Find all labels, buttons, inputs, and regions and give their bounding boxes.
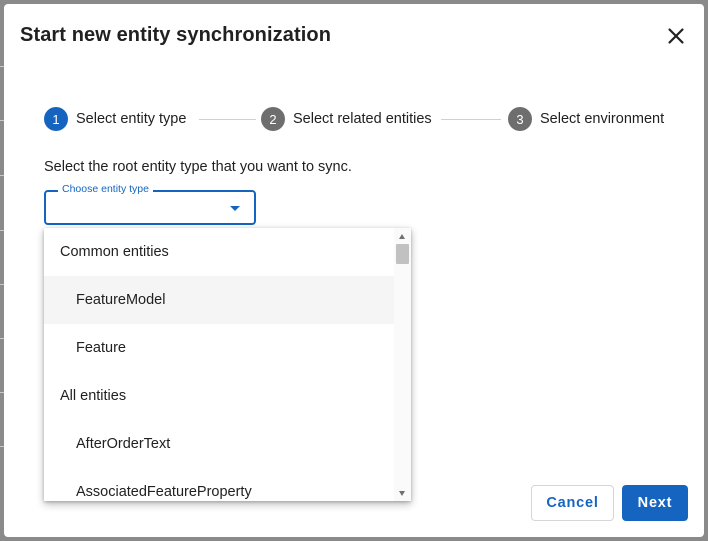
step-number: 3 [508,107,532,131]
option-afterordertext[interactable]: AfterOrderText [44,420,394,468]
scroll-down-arrow-icon[interactable] [399,491,405,496]
step-label: Select entity type [76,111,187,127]
instruction-text: Select the root entity type that you wan… [44,159,352,175]
select-label: Choose entity type [58,183,153,195]
next-button[interactable]: Next [622,485,688,521]
step-connector [199,119,256,120]
scroll-thumb[interactable] [396,244,409,264]
group-header-all: All entities [60,388,127,404]
step-3: 3 Select environment [508,107,664,131]
dialog-title: Start new entity synchronization [20,24,332,46]
option-associatedfeatureproperty[interactable]: AssociatedFeatureProperty [44,468,394,501]
dropdown-scrollbar[interactable] [394,228,411,501]
step-1: 1 Select entity type [44,107,186,131]
scroll-up-arrow-icon[interactable] [399,234,405,239]
entity-type-select[interactable]: Choose entity type [44,183,256,225]
step-2: 2 Select related entities [261,107,432,131]
dropdown-list: Common entities FeatureModel Feature All… [44,228,394,501]
entity-type-dropdown: Common entities FeatureModel Feature All… [44,228,411,501]
chevron-down-icon [230,206,240,211]
close-icon[interactable] [664,24,688,48]
step-number: 1 [44,107,68,131]
option-feature[interactable]: Feature [44,324,394,372]
cancel-button[interactable]: Cancel [531,485,614,521]
stepper: 1 Select entity type 2 Select related en… [44,107,684,131]
option-featuremodel[interactable]: FeatureModel [44,276,394,324]
step-connector [441,119,501,120]
step-label: Select environment [540,111,665,127]
step-number: 2 [261,107,285,131]
group-header-common: Common entities [60,244,169,260]
sync-dialog: Start new entity synchronization 1 Selec… [4,4,704,537]
step-label: Select related entities [293,111,432,127]
